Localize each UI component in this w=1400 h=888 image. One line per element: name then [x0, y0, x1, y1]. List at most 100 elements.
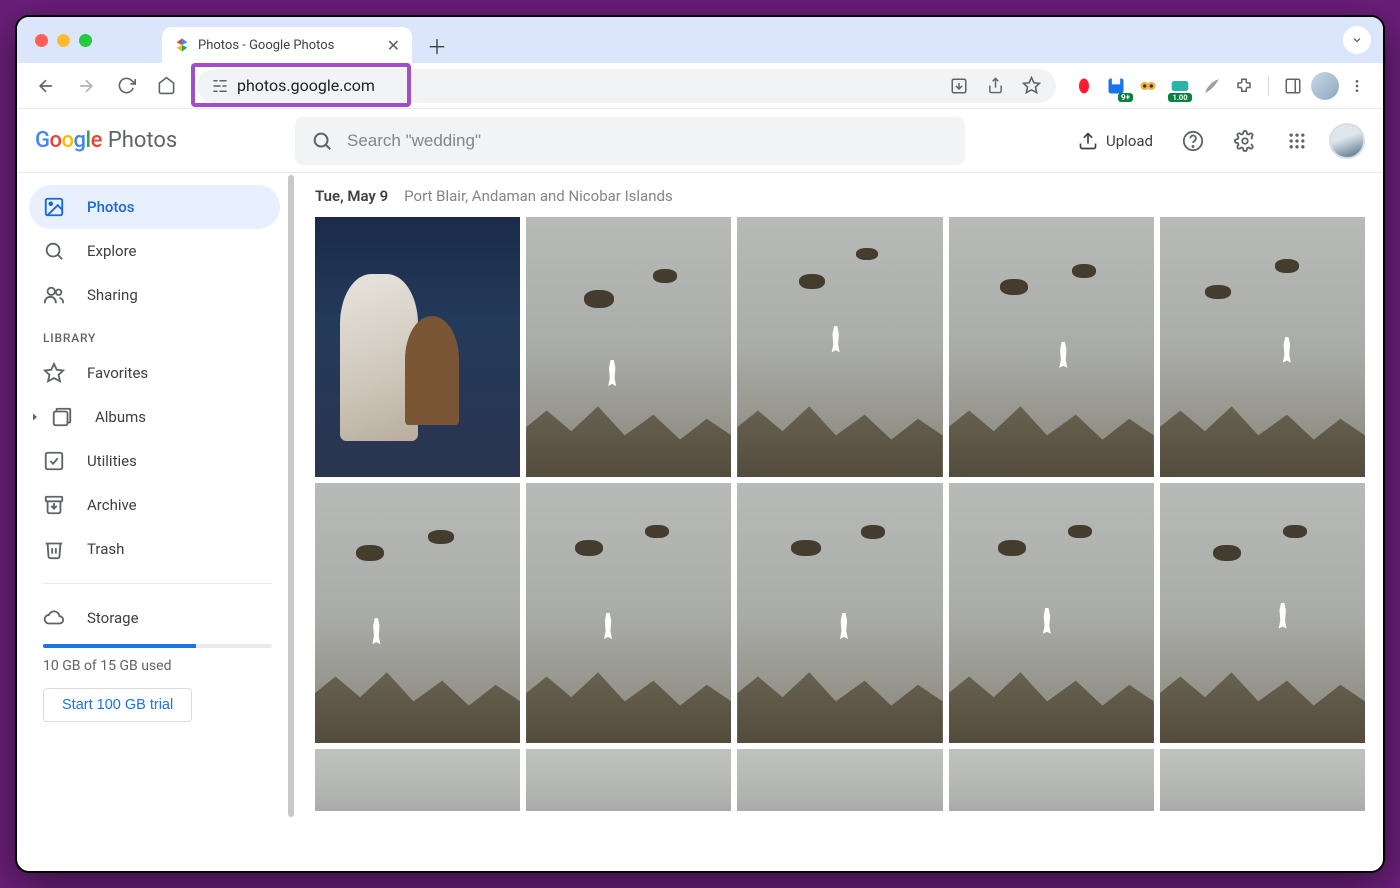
browser-window: Photos - Google Photos ✕ ＋	[15, 15, 1385, 873]
extension-opera-icon[interactable]	[1070, 72, 1098, 100]
separator	[1268, 76, 1269, 96]
upload-label: Upload	[1106, 132, 1153, 150]
reload-button[interactable]	[109, 69, 143, 103]
utilities-icon	[43, 450, 65, 472]
photo-row	[315, 483, 1365, 743]
brand-logo[interactable]: Google Photos	[35, 128, 275, 153]
gallery: Tue, May 9 Port Blair, Andaman and Nicob…	[297, 173, 1383, 871]
trash-icon	[43, 538, 65, 560]
extension-rate-badge: 1.00	[1168, 93, 1192, 102]
cloud-icon	[43, 607, 65, 629]
sidebar: Photos Explore Sharing LIBRARY Favorites	[17, 173, 297, 871]
extension-quill-icon[interactable]	[1198, 72, 1226, 100]
storage-progress-fill	[43, 644, 196, 648]
browser-menu-icon[interactable]	[1343, 72, 1371, 100]
side-panel-icon[interactable]	[1279, 72, 1307, 100]
close-window-button[interactable]	[35, 34, 48, 47]
archive-icon	[43, 494, 65, 516]
sidebar-item-label: Sharing	[87, 286, 138, 304]
caret-right-icon	[29, 408, 51, 427]
photo-thumbnail[interactable]	[737, 217, 942, 477]
help-button[interactable]	[1173, 121, 1213, 161]
search-icon	[311, 130, 333, 152]
photo-thumbnail[interactable]	[1160, 483, 1365, 743]
favicon-icon	[174, 37, 190, 53]
photo-thumbnail[interactable]	[315, 483, 520, 743]
extension-rate-icon[interactable]: 1.00	[1166, 72, 1194, 100]
extension-badge: 9+	[1118, 93, 1133, 102]
storage-block: Storage 10 GB of 15 GB used Start 100 GB…	[29, 596, 296, 722]
url-text: photos.google.com	[237, 76, 375, 95]
app-header: Google Photos Upload	[17, 109, 1383, 173]
sidebar-item-archive[interactable]: Archive	[29, 483, 280, 527]
forward-button[interactable]	[69, 69, 103, 103]
extension-save-icon[interactable]: 9+	[1102, 72, 1130, 100]
sidebar-item-utilities[interactable]: Utilities	[29, 439, 280, 483]
photo-thumbnail[interactable]	[1160, 749, 1365, 811]
photos-icon	[43, 196, 65, 218]
home-button[interactable]	[149, 69, 183, 103]
storage-progress	[43, 644, 272, 648]
window-controls	[35, 34, 92, 47]
site-settings-icon	[211, 77, 229, 95]
extension-eyes-icon[interactable]	[1134, 72, 1162, 100]
close-tab-button[interactable]: ✕	[387, 36, 400, 55]
extensions-button[interactable]	[1230, 72, 1258, 100]
sidebar-item-storage[interactable]: Storage	[43, 596, 272, 640]
sidebar-item-label: Utilities	[87, 452, 137, 470]
profile-avatar[interactable]	[1311, 72, 1339, 100]
photo-thumbnail[interactable]	[315, 217, 520, 477]
search-input[interactable]	[347, 131, 949, 151]
sidebar-scrollbar[interactable]	[288, 173, 296, 871]
bookmark-star-icon[interactable]	[1016, 71, 1046, 101]
settings-button[interactable]	[1225, 121, 1265, 161]
extensions-area: 9+ 1.00	[1070, 72, 1371, 100]
storage-usage-text: 10 GB of 15 GB used	[43, 658, 272, 674]
tab-strip: Photos - Google Photos ✕ ＋	[17, 17, 1383, 63]
sidebar-item-label: Explore	[87, 242, 137, 260]
content: Photos Explore Sharing LIBRARY Favorites	[17, 173, 1383, 871]
photo-thumbnail[interactable]	[315, 749, 520, 811]
upload-button[interactable]: Upload	[1070, 125, 1161, 157]
install-app-icon[interactable]	[944, 71, 974, 101]
address-bar[interactable]: photos.google.com	[197, 69, 1056, 103]
site-info[interactable]: photos.google.com	[211, 76, 375, 95]
storage-label: Storage	[87, 609, 139, 627]
minimize-window-button[interactable]	[57, 34, 70, 47]
photo-thumbnail[interactable]	[949, 483, 1154, 743]
photo-thumbnail[interactable]	[1160, 217, 1365, 477]
date-heading[interactable]: Tue, May 9 Port Blair, Andaman and Nicob…	[315, 187, 1365, 205]
sidebar-item-explore[interactable]: Explore	[29, 229, 280, 273]
sidebar-item-photos[interactable]: Photos	[29, 185, 280, 229]
sidebar-item-label: Albums	[95, 408, 146, 426]
library-heading: LIBRARY	[29, 317, 296, 351]
share-icon[interactable]	[980, 71, 1010, 101]
photo-thumbnail[interactable]	[526, 217, 731, 477]
photo-thumbnail[interactable]	[949, 217, 1154, 477]
new-tab-button[interactable]: ＋	[422, 30, 452, 60]
tab-title: Photos - Google Photos	[198, 38, 379, 53]
photo-thumbnail[interactable]	[949, 749, 1154, 811]
tabs-dropdown-button[interactable]	[1343, 26, 1371, 54]
fullscreen-window-button[interactable]	[79, 34, 92, 47]
sidebar-item-albums[interactable]: Albums	[29, 395, 280, 439]
sidebar-item-trash[interactable]: Trash	[29, 527, 280, 571]
sidebar-item-sharing[interactable]: Sharing	[29, 273, 280, 317]
omnibox-toolbar: photos.google.com	[17, 63, 1383, 109]
start-trial-button[interactable]: Start 100 GB trial	[43, 688, 192, 722]
search-icon	[43, 240, 65, 262]
account-avatar[interactable]	[1329, 123, 1365, 159]
sidebar-item-favorites[interactable]: Favorites	[29, 351, 280, 395]
app: Google Photos Upload	[17, 109, 1383, 871]
apps-grid-button[interactable]	[1277, 121, 1317, 161]
browser-tab[interactable]: Photos - Google Photos ✕	[162, 27, 412, 63]
search-box[interactable]	[295, 117, 965, 165]
browser-inner: Photos - Google Photos ✕ ＋	[17, 17, 1383, 871]
photo-thumbnail[interactable]	[526, 483, 731, 743]
header-actions: Upload	[1070, 121, 1365, 161]
photo-thumbnail[interactable]	[526, 749, 731, 811]
photo-thumbnail[interactable]	[737, 749, 942, 811]
photo-thumbnail[interactable]	[737, 483, 942, 743]
back-button[interactable]	[29, 69, 63, 103]
album-icon	[51, 406, 73, 428]
